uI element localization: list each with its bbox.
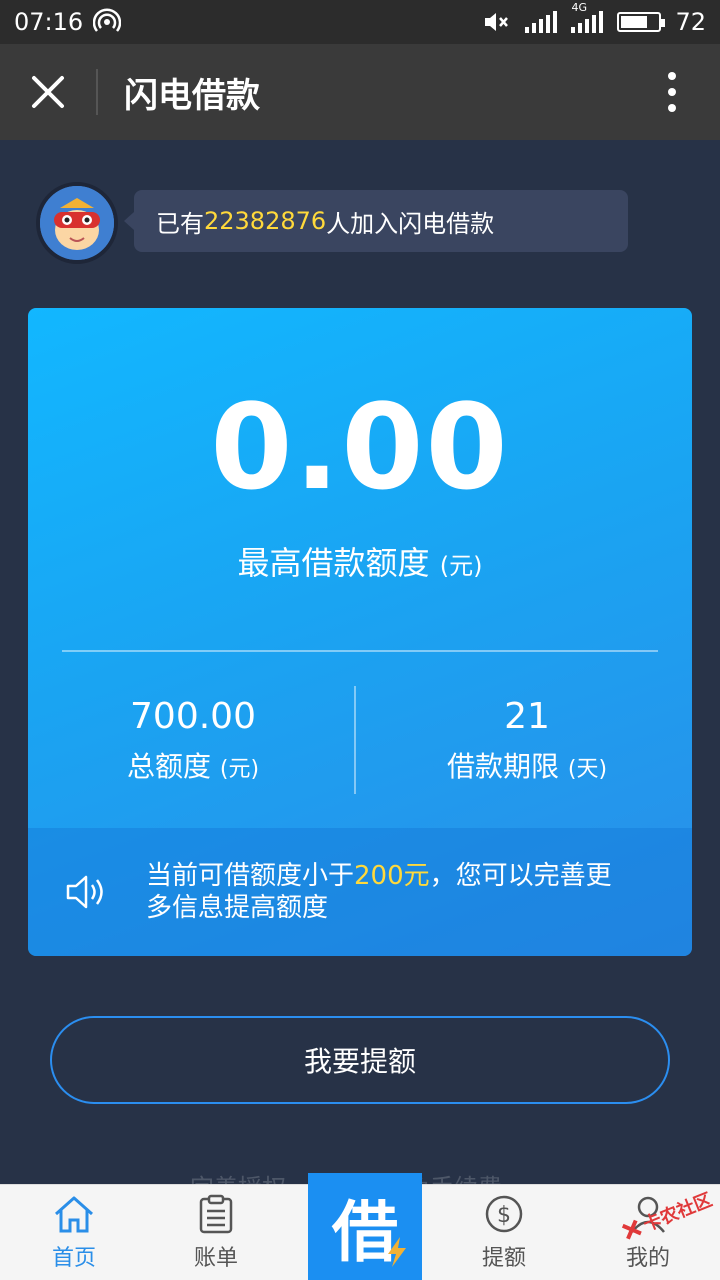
- join-count: 22382876: [204, 207, 327, 235]
- mute-icon: [485, 13, 509, 31]
- speaker-icon: [28, 872, 146, 912]
- more-button[interactable]: [624, 44, 720, 140]
- page-title: 闪电借款: [124, 75, 260, 116]
- dollar-circle-icon: $: [484, 1194, 524, 1234]
- close-icon: [32, 76, 64, 108]
- nav-borrow-button[interactable]: 借: [308, 1173, 422, 1280]
- loan-term-stat: 21 借款期限 (天): [362, 696, 692, 785]
- max-loan-label: 最高借款额度 (元): [237, 544, 483, 582]
- nav-home[interactable]: 首页: [14, 1185, 134, 1280]
- total-credit-value: 700.00: [130, 696, 256, 737]
- join-prefix: 已有: [156, 209, 204, 238]
- raise-limit-button[interactable]: 我要提额: [50, 1016, 670, 1104]
- credit-notice: 当前可借额度小于200元，您可以完善更多信息提高额度: [28, 828, 692, 956]
- notice-text: 当前可借额度小于200元，您可以完善更多信息提高额度: [146, 861, 612, 923]
- svg-text:$: $: [497, 1203, 511, 1228]
- status-time: 07:16: [14, 8, 84, 36]
- mascot-icon: [40, 186, 114, 260]
- mascot-avatar: [36, 182, 118, 264]
- more-dot: [668, 88, 676, 96]
- clipboard-icon: [198, 1194, 234, 1234]
- home-icon: [52, 1194, 96, 1234]
- join-suffix: 人加入闪电借款: [326, 209, 495, 238]
- status-bar: 07:16 4G 72: [0, 0, 720, 44]
- signal-icon: [525, 11, 558, 33]
- nav-bill[interactable]: 账单: [156, 1185, 276, 1280]
- battery-level: 72: [675, 8, 706, 36]
- loan-term-label: 借款期限 (天): [446, 750, 608, 783]
- battery-icon: [617, 12, 666, 32]
- signal-4g-icon: 4G: [571, 1, 604, 33]
- total-credit-label: 总额度 (元): [126, 750, 260, 783]
- more-dot: [668, 104, 676, 112]
- join-count-banner: 已有 22382876 人加入闪电借款: [124, 190, 628, 252]
- bottom-nav: 首页 账单 借 $ 提额 我的: [0, 1173, 720, 1280]
- max-loan-amount: 0.00: [210, 378, 510, 516]
- more-dot: [668, 72, 676, 80]
- title-divider: [96, 69, 98, 115]
- nav-raise[interactable]: $ 提额: [444, 1185, 564, 1280]
- hotspot-icon: [93, 8, 122, 32]
- card-divider: [62, 650, 658, 652]
- total-credit-stat: 700.00 总额度 (元): [28, 696, 358, 785]
- status-right: 4G 72: [483, 1, 706, 36]
- title-bar: 闪电借款: [0, 44, 720, 140]
- status-left: 07:16: [14, 8, 122, 36]
- close-button[interactable]: [0, 44, 96, 140]
- stat-separator: [354, 686, 356, 794]
- credit-card-panel: 0.00 最高借款额度 (元) 700.00 总额度 (元) 21 借款期限 (…: [28, 308, 692, 956]
- lightning-icon: [388, 1237, 406, 1267]
- loan-term-value: 21: [504, 696, 550, 737]
